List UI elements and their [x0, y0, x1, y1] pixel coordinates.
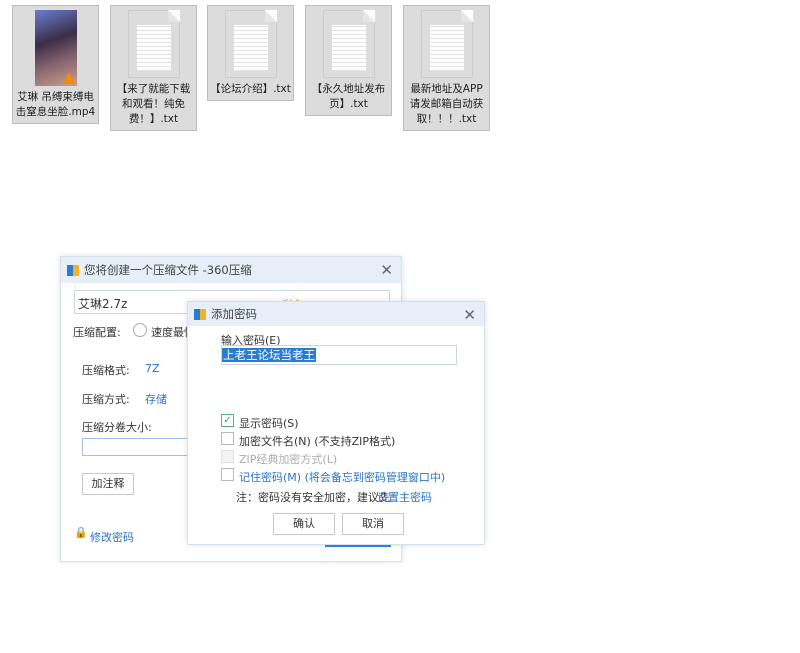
format-value[interactable]: 7Z [145, 362, 160, 375]
method-label: 压缩方式: [82, 393, 130, 406]
dialog-title: 您将创建一个压缩文件 -360压缩 [84, 263, 252, 277]
close-icon[interactable]: ✕ [463, 306, 476, 324]
confirm-button[interactable]: 确认 [273, 513, 335, 535]
file-txt[interactable]: 最新地址及APP请发邮箱自动获取！！！.txt [403, 5, 490, 131]
app-icon [67, 264, 79, 276]
text-file-icon [127, 10, 180, 78]
split-size-input[interactable] [82, 438, 192, 456]
zip-classic-checkbox [221, 450, 234, 463]
show-password-label: 显示密码(S) [239, 417, 299, 430]
method-value[interactable]: 存储 [145, 391, 167, 407]
file-txt[interactable]: 【来了就能下载和观看！纯免费！】.txt [110, 5, 197, 131]
config-radio[interactable] [133, 323, 147, 337]
split-label: 压缩分卷大小: [82, 421, 152, 434]
cancel-button[interactable]: 取消 [342, 513, 404, 535]
add-comment-button[interactable]: 加注释 [82, 473, 134, 495]
add-password-dialog: 添加密码 ✕ 输入密码(E) 上老王论坛当老王 ✓ 显示密码(S) 加密文件名(… [187, 301, 485, 545]
text-file-icon [420, 10, 473, 78]
dialog-title: 添加密码 [211, 307, 257, 321]
remember-password-checkbox[interactable] [221, 468, 234, 481]
set-master-password-link[interactable]: 设置主密码 [377, 489, 432, 505]
password-input[interactable]: 上老王论坛当老王 [221, 345, 457, 365]
zip-classic-label: ZIP经典加密方式(L) [239, 453, 338, 466]
text-file-icon [322, 10, 375, 78]
lock-icon: 🔒 [74, 526, 88, 539]
file-txt[interactable]: 【论坛介绍】.txt [207, 5, 294, 101]
app-icon [194, 308, 206, 320]
format-label: 压缩格式: [82, 364, 130, 377]
encrypt-filenames-label: 加密文件名(N) (不支持ZIP格式) [239, 435, 396, 448]
note-text: 注：密码没有安全加密，建议先 [236, 491, 390, 504]
remember-password-label: 记住密码(M) (将会备忘到密码管理窗口中) [239, 471, 446, 484]
encrypt-filenames-checkbox[interactable] [221, 432, 234, 445]
config-label: 压缩配置: [73, 326, 121, 339]
text-file-icon [224, 10, 277, 78]
change-password-link[interactable]: 修改密码 [90, 529, 134, 545]
show-password-checkbox[interactable]: ✓ [221, 414, 234, 427]
file-video[interactable]: 艾琳 吊缚束缚电击窒息坐脸.mp4 [12, 5, 99, 124]
close-icon[interactable]: ✕ [380, 261, 393, 279]
file-txt[interactable]: 【永久地址发布页】.txt [305, 5, 392, 116]
video-thumbnail [34, 10, 77, 86]
